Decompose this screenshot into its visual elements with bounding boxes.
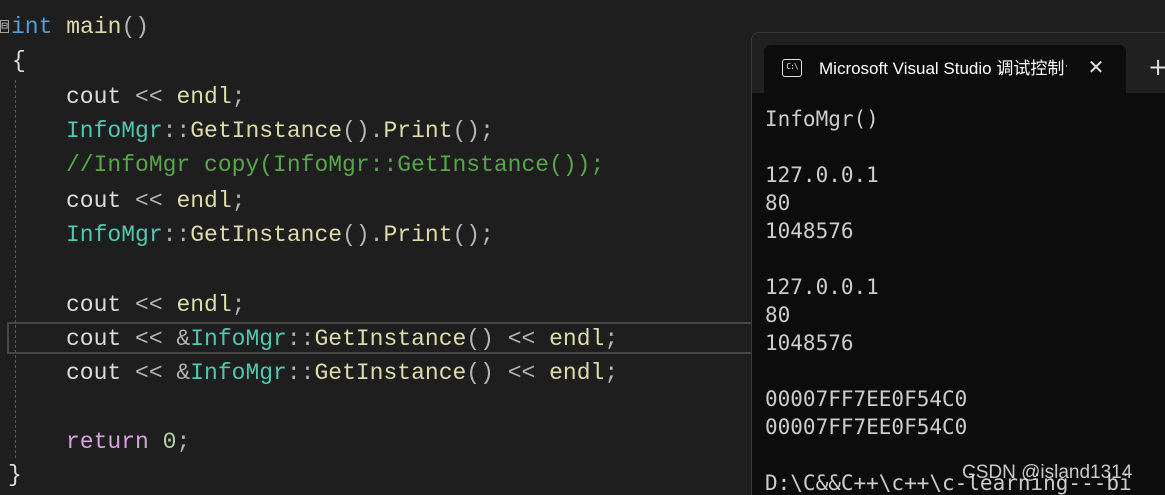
code-line-12[interactable]: }	[8, 458, 22, 492]
console-output-line: 80	[765, 191, 791, 215]
identifier: cout	[66, 326, 122, 352]
punctuation: ();	[452, 118, 494, 144]
console-output-line: 00007FF7EE0F54C0	[765, 415, 968, 439]
close-icon[interactable]: ✕	[1084, 55, 1108, 79]
function-name: Print	[383, 222, 453, 248]
operator: << &	[121, 360, 191, 386]
code-line-10[interactable]: cout << &InfoMgr::GetInstance() << endl;	[66, 356, 618, 390]
operator: ::	[286, 326, 315, 352]
identifier: cout	[66, 292, 122, 318]
keyword: return	[66, 429, 149, 455]
identifier: endl	[176, 188, 232, 214]
punctuation: ();	[452, 222, 494, 248]
operator: ::	[162, 222, 191, 248]
function-name: Print	[383, 118, 453, 144]
new-tab-button[interactable]: +	[1148, 53, 1165, 81]
punctuation: ()	[466, 360, 494, 386]
indent-guide	[15, 80, 16, 458]
operator: <<	[493, 360, 550, 386]
punctuation: ;	[604, 326, 619, 352]
identifier: endl	[176, 84, 232, 110]
function-name: main	[66, 14, 122, 40]
identifier: cout	[66, 84, 122, 110]
code-line-8[interactable]: cout << endl;	[66, 288, 245, 322]
code-line-9[interactable]: cout << &InfoMgr::GetInstance() << endl;	[66, 322, 618, 356]
operator: ::	[286, 360, 315, 386]
console-output-line: 80	[765, 303, 791, 327]
brace: {	[12, 48, 26, 74]
punctuation: ().	[342, 222, 384, 248]
collapse-icon[interactable]: ⊟	[0, 20, 9, 33]
code-line-1[interactable]: int main()	[11, 10, 149, 44]
operator: <<	[121, 84, 177, 110]
punctuation: ()	[121, 14, 150, 40]
identifier: endl	[549, 326, 605, 352]
operator: <<	[121, 292, 177, 318]
code-line-2[interactable]: {	[12, 44, 26, 78]
terminal-icon: C:\	[782, 59, 802, 77]
console-output-line: 127.0.0.1	[765, 163, 879, 187]
class-name: InfoMgr	[66, 222, 163, 248]
function-name: GetInstance	[314, 326, 467, 352]
punctuation: ().	[342, 118, 384, 144]
punctuation: ()	[466, 326, 494, 352]
punctuation: ;	[231, 84, 246, 110]
operator: ::	[162, 118, 191, 144]
class-name: InfoMgr	[66, 118, 163, 144]
comment: //InfoMgr copy(InfoMgr::GetInstance());	[66, 152, 605, 178]
console-titlebar[interactable]: C:\ Microsoft Visual Studio 调试控制台 ✕ +	[752, 33, 1165, 93]
code-line-6[interactable]: cout << endl;	[66, 184, 245, 218]
number: 0	[148, 429, 177, 455]
brace: }	[8, 462, 22, 488]
identifier: cout	[66, 188, 122, 214]
operator: <<	[121, 188, 177, 214]
identifier: endl	[176, 292, 232, 318]
code-line-7[interactable]: InfoMgr::GetInstance().Print();	[66, 218, 494, 252]
console-output-line: 127.0.0.1	[765, 275, 879, 299]
punctuation: ;	[176, 429, 191, 455]
operator: <<	[493, 326, 550, 352]
function-name: GetInstance	[190, 222, 343, 248]
operator: << &	[121, 326, 191, 352]
watermark: CSDN @island1314	[962, 462, 1133, 483]
code-line-5[interactable]: //InfoMgr copy(InfoMgr::GetInstance());	[66, 148, 604, 182]
console-output-line: 1048576	[765, 219, 854, 243]
code-line-11[interactable]: return 0;	[66, 425, 190, 459]
identifier: endl	[549, 360, 605, 386]
keyword: int	[11, 14, 53, 40]
punctuation: ;	[604, 360, 619, 386]
punctuation: ;	[231, 292, 246, 318]
console-output-line: 00007FF7EE0F54C0	[765, 387, 968, 411]
console-output-line: InfoMgr()	[765, 107, 879, 131]
tab-title: Microsoft Visual Studio 调试控制台	[819, 59, 1067, 78]
class-name: InfoMgr	[190, 360, 287, 386]
debug-console-window[interactable]: C:\ Microsoft Visual Studio 调试控制台 ✕ + In…	[751, 32, 1165, 495]
code-line-3[interactable]: cout << endl;	[66, 80, 245, 114]
console-output-line: 1048576	[765, 331, 854, 355]
punctuation: ;	[231, 188, 246, 214]
code-line-4[interactable]: InfoMgr::GetInstance().Print();	[66, 114, 494, 148]
function-name: GetInstance	[190, 118, 343, 144]
console-tab[interactable]: C:\ Microsoft Visual Studio 调试控制台 ✕	[764, 45, 1126, 93]
class-name: InfoMgr	[190, 326, 287, 352]
identifier: cout	[66, 360, 122, 386]
function-name: GetInstance	[314, 360, 467, 386]
